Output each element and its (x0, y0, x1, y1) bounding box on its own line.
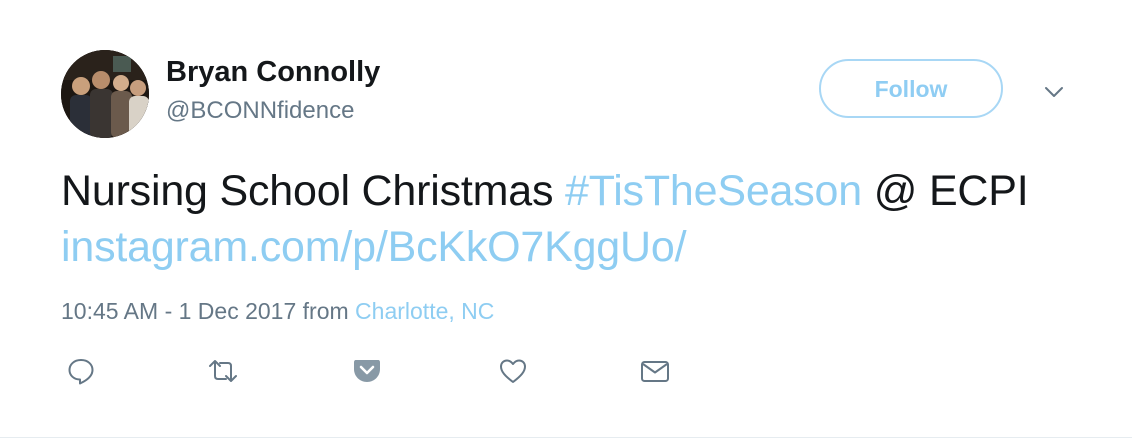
user-handle[interactable]: @BCONNfidence (166, 97, 354, 125)
pocket-icon[interactable] (350, 354, 384, 388)
envelope-icon[interactable] (638, 354, 672, 388)
divider (0, 437, 1132, 438)
from-label: from (296, 298, 356, 324)
avatar-photo (61, 50, 149, 138)
instagram-link[interactable]: instagram.com/p/BcKkO7KggUo/ (61, 223, 687, 271)
timestamp[interactable]: 10:45 AM - 1 Dec 2017 (61, 298, 296, 324)
location-link[interactable]: Charlotte, NC (355, 298, 494, 324)
tweet-card: Bryan Connolly @BCONNfidence Follow Nurs… (0, 0, 1132, 442)
tweet-text-start: Nursing School Christmas (61, 167, 566, 215)
chevron-down-icon[interactable] (1040, 80, 1068, 104)
tweet-text: Nursing School Christmas #TisTheSeason @… (61, 163, 1081, 275)
heart-icon[interactable] (496, 354, 530, 388)
follow-button[interactable]: Follow (819, 59, 1003, 118)
retweet-icon[interactable] (206, 354, 240, 388)
hashtag-link[interactable]: #TisTheSeason (565, 167, 862, 215)
avatar[interactable] (61, 50, 149, 138)
user-name[interactable]: Bryan Connolly (166, 56, 380, 89)
tweet-text-mid: @ ECPI (862, 167, 1029, 215)
tweet-meta: 10:45 AM - 1 Dec 2017 from Charlotte, NC (61, 298, 494, 325)
reply-icon[interactable] (64, 354, 98, 388)
